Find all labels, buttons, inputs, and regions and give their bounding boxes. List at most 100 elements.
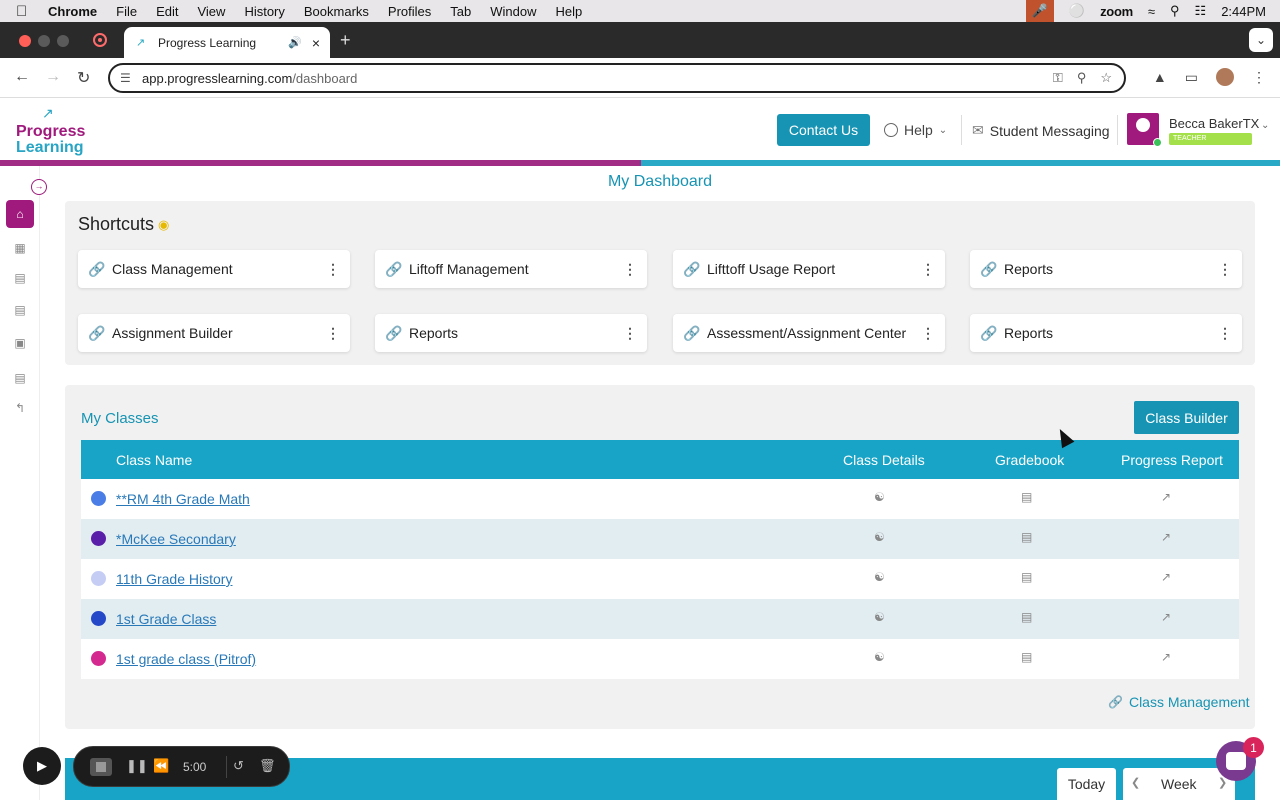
class-details-icon[interactable]: ☯	[874, 650, 885, 664]
rewind-icon[interactable]: ⏪	[153, 758, 169, 774]
today-button[interactable]: Today	[1057, 768, 1116, 800]
class-details-icon[interactable]: ☯	[874, 490, 885, 504]
more-options-icon[interactable]: ⋮	[921, 261, 935, 278]
chevron-left-icon[interactable]: ❮	[1131, 776, 1140, 789]
site-info-icon[interactable]: ☰	[120, 71, 136, 85]
sidebar-item-launch[interactable]: ↰	[8, 396, 32, 420]
browser-tab[interactable]: ↗ Progress Learning 🔊 ×	[124, 27, 330, 58]
help-menu[interactable]: Help ⌄	[884, 122, 947, 138]
more-options-icon[interactable]: ⋮	[921, 325, 935, 342]
close-window-icon[interactable]	[19, 35, 31, 47]
class-details-icon[interactable]: ☯	[874, 610, 885, 624]
reload-icon[interactable]: ↻	[77, 68, 90, 88]
sidebar-item-library[interactable]: ▣	[8, 331, 32, 355]
more-options-icon[interactable]: ⋮	[1218, 325, 1232, 342]
menu-window[interactable]: Window	[490, 4, 536, 19]
sidebar-item-home[interactable]: ⌂	[6, 200, 34, 228]
gradebook-icon[interactable]: ▤	[1021, 610, 1032, 624]
progress-chart-icon[interactable]: ↗	[1161, 570, 1171, 584]
stop-recording-button[interactable]	[90, 758, 112, 776]
tab-search-icon[interactable]: ⌄	[1249, 28, 1273, 52]
gradebook-icon[interactable]: ▤	[1021, 530, 1032, 544]
extensions-icon[interactable]: ▲	[1153, 69, 1167, 85]
apple-icon[interactable]: 	[16, 3, 32, 20]
column-class-name[interactable]: Class Name	[116, 452, 192, 468]
new-tab-icon[interactable]: +	[340, 30, 351, 51]
address-bar[interactable]: ☰ app.progresslearning.com/dashboard ⚿ ⚲…	[108, 63, 1126, 93]
gradebook-icon[interactable]: ▤	[1021, 490, 1032, 504]
more-options-icon[interactable]: ⋮	[326, 325, 340, 342]
maximize-window-icon[interactable]	[57, 35, 69, 47]
progress-chart-icon[interactable]: ↗	[1161, 530, 1171, 544]
clock[interactable]: 2:44PM	[1221, 4, 1266, 19]
class-name-link[interactable]: 11th Grade History	[116, 571, 232, 587]
audio-icon[interactable]: 🔊	[288, 36, 302, 49]
class-management-link[interactable]: 🔗 Class Management	[1108, 694, 1250, 710]
more-options-icon[interactable]: ⋮	[623, 261, 637, 278]
menu-view[interactable]: View	[197, 4, 225, 19]
class-builder-button[interactable]: Class Builder	[1134, 401, 1239, 434]
shortcut-card[interactable]: 🔗 Lifttoff Usage Report ⋮	[673, 250, 945, 288]
class-details-icon[interactable]: ☯	[874, 570, 885, 584]
sidebar-item-school[interactable]: ▦	[8, 236, 32, 260]
password-key-icon[interactable]: ⚿	[1053, 70, 1063, 86]
forward-icon[interactable]: →	[45, 68, 61, 86]
progress-chart-icon[interactable]: ↗	[1161, 610, 1171, 624]
bookmark-star-icon[interactable]: ☆	[1100, 70, 1112, 86]
class-name-link[interactable]: 1st grade class (Pitrof)	[116, 651, 256, 667]
sidebar-item-reports[interactable]: ▤	[8, 366, 32, 390]
menu-tab[interactable]: Tab	[450, 4, 471, 19]
expand-sidebar-icon[interactable]: →	[31, 179, 47, 195]
more-options-icon[interactable]: ⋮	[326, 261, 340, 278]
sidebar-item-classes[interactable]: ▤	[8, 266, 32, 290]
gradebook-icon[interactable]: ▤	[1021, 570, 1032, 584]
menu-file[interactable]: File	[116, 4, 137, 19]
class-details-icon[interactable]: ☯	[874, 530, 885, 544]
contact-us-button[interactable]: Contact Us	[777, 114, 870, 146]
menu-edit[interactable]: Edit	[156, 4, 178, 19]
progress-learning-logo[interactable]: ↗ Progress Learning	[16, 103, 86, 159]
shortcut-card[interactable]: 🔗 Reports ⋮	[970, 314, 1242, 352]
trash-icon[interactable]: 🗑	[259, 758, 276, 774]
sidebar-item-books[interactable]: ▤	[8, 298, 32, 322]
menu-help[interactable]: Help	[556, 4, 583, 19]
zoom-magnifier-icon[interactable]: ⚲	[1077, 70, 1087, 86]
wifi-icon[interactable]: ≈	[1148, 4, 1155, 19]
class-name-link[interactable]: *McKee Secondary	[116, 531, 236, 547]
cast-icon[interactable]: ▭	[1185, 69, 1198, 86]
class-color-dot	[91, 491, 106, 506]
user-menu[interactable]: Becca BakerTX TEACHER ⌄	[1127, 113, 1277, 147]
shortcut-card[interactable]: 🔗 Reports ⋮	[375, 314, 647, 352]
pause-icon[interactable]: ❚❚	[126, 758, 148, 774]
shortcut-card[interactable]: 🔗 Assessment/Assignment Center ⋮	[673, 314, 945, 352]
restart-icon[interactable]: ↺	[233, 758, 244, 774]
search-icon[interactable]: ⚲	[1170, 3, 1180, 19]
chrome-menu-icon[interactable]: ⋮	[1252, 69, 1266, 86]
more-options-icon[interactable]: ⋮	[1218, 261, 1232, 278]
control-center-icon[interactable]: ☷	[1195, 3, 1207, 19]
zoom-icon[interactable]: zoom	[1100, 4, 1133, 19]
menu-bookmarks[interactable]: Bookmarks	[304, 4, 369, 19]
class-name-link[interactable]: 1st Grade Class	[116, 611, 216, 627]
progress-chart-icon[interactable]: ↗	[1161, 650, 1171, 664]
menu-profiles[interactable]: Profiles	[388, 4, 431, 19]
menu-app[interactable]: Chrome	[48, 4, 97, 19]
profile-avatar[interactable]	[1216, 68, 1234, 86]
gradebook-icon[interactable]: ▤	[1021, 650, 1032, 664]
close-tab-icon[interactable]: ×	[312, 35, 320, 51]
menu-history[interactable]: History	[244, 4, 284, 19]
shortcut-card[interactable]: 🔗 Assignment Builder ⋮	[78, 314, 350, 352]
class-name-link[interactable]: **RM 4th Grade Math	[116, 491, 250, 507]
back-icon[interactable]: ←	[14, 68, 30, 86]
more-options-icon[interactable]: ⋮	[623, 325, 637, 342]
camera-icon[interactable]: ▶	[23, 747, 61, 785]
shortcut-card[interactable]: 🔗 Liftoff Management ⋮	[375, 250, 647, 288]
student-messaging-link[interactable]: ✉ Student Messaging	[972, 122, 1110, 139]
microphone-icon[interactable]: 🎤	[1025, 0, 1054, 22]
week-selector[interactable]: ❮ Week ❯	[1123, 768, 1235, 800]
mic-outline-icon[interactable]: ⚪	[1069, 3, 1085, 19]
shortcut-card[interactable]: 🔗 Reports ⋮	[970, 250, 1242, 288]
progress-chart-icon[interactable]: ↗	[1161, 490, 1171, 504]
shortcut-card[interactable]: 🔗 Class Management ⋮	[78, 250, 350, 288]
minimize-window-icon[interactable]	[38, 35, 50, 47]
